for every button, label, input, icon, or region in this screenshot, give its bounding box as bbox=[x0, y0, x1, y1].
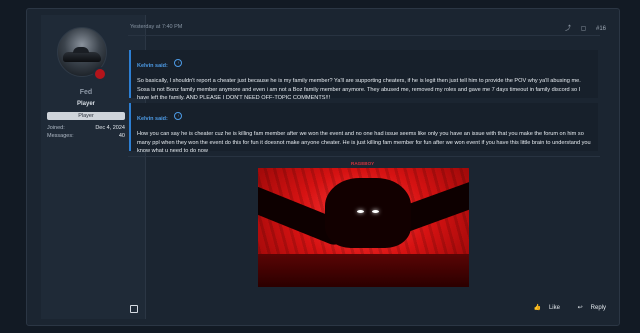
post-content: Yesterday at 7:40 PM ⤴ ▢ #16 Kelvin said… bbox=[128, 15, 608, 319]
user-title: Player bbox=[76, 101, 95, 107]
post-image[interactable] bbox=[258, 168, 469, 287]
post-actions: ⤴ ▢ #16 bbox=[557, 23, 606, 32]
quote-text: How you can say he is cheater cuz he is … bbox=[137, 131, 591, 154]
like-button[interactable]: 👍 Like bbox=[525, 305, 560, 311]
online-status-dot bbox=[93, 67, 107, 81]
reaction-bar: 👍 Like ↩ Reply bbox=[517, 304, 606, 311]
reply-button[interactable]: ↩ Reply bbox=[570, 305, 606, 311]
quote-author[interactable]: Kelvin said: bbox=[137, 116, 168, 122]
forum-post: Fed Player Player Joined: Dec 4, 2024 Me… bbox=[26, 8, 620, 326]
header-divider bbox=[128, 35, 600, 36]
content-divider bbox=[128, 156, 600, 157]
post-number[interactable]: #16 bbox=[596, 26, 606, 32]
quote-text: So basically, I shouldn't report a cheat… bbox=[137, 78, 581, 101]
quote-author[interactable]: Kelvin said: bbox=[137, 63, 168, 69]
username[interactable]: Fed bbox=[41, 89, 131, 96]
arrow-up-icon[interactable]: ↑ bbox=[174, 58, 183, 67]
post-timestamp[interactable]: Yesterday at 7:40 PM bbox=[130, 24, 182, 30]
arrow-up-icon[interactable]: ↑ bbox=[174, 111, 183, 120]
thumbs-up-icon: 👍 bbox=[533, 305, 541, 311]
quote-header: Kelvin said: ↑ bbox=[137, 54, 592, 72]
quote-block-2: Kelvin said: ↑ How you can say he is che… bbox=[129, 103, 598, 154]
select-post-checkbox[interactable] bbox=[130, 305, 138, 313]
user-banner: Player bbox=[47, 112, 125, 120]
image-label: RAGEBOY bbox=[351, 161, 375, 166]
quote-header: Kelvin said: ↑ bbox=[137, 107, 592, 125]
share-icon[interactable]: ⤴ bbox=[565, 26, 571, 32]
quote-block-1: Kelvin said: ↑ So basically, I shouldn't… bbox=[129, 50, 598, 101]
reply-icon: ↩ bbox=[577, 305, 583, 311]
bookmark-icon[interactable]: ▢ bbox=[581, 26, 587, 32]
